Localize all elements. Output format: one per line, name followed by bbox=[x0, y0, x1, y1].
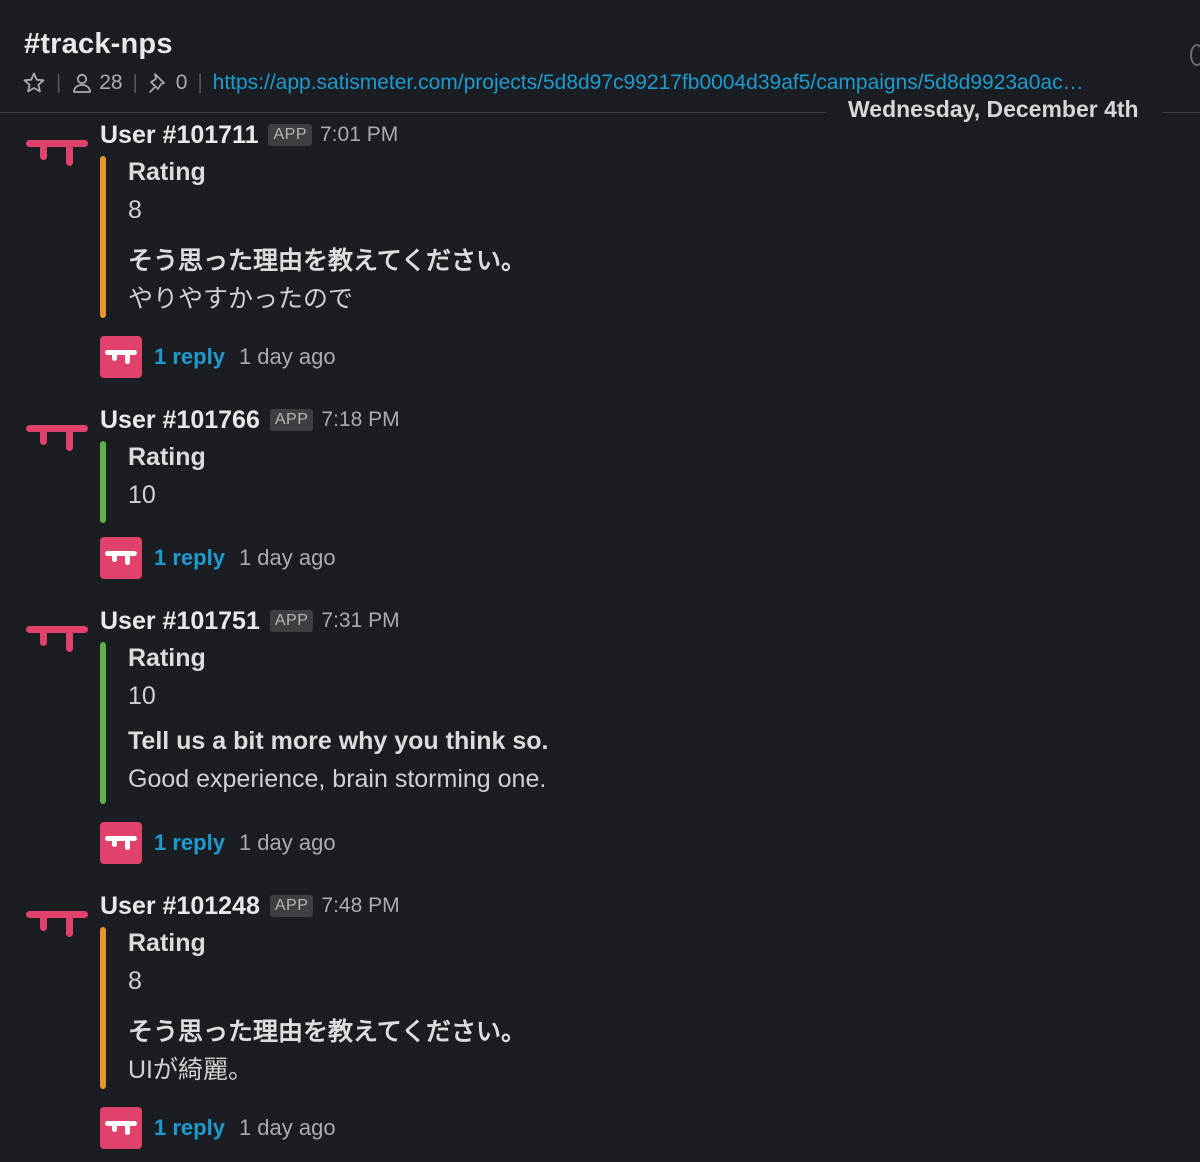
last-reply-time: 1 day ago bbox=[238, 1115, 336, 1140]
details-icon[interactable] bbox=[1190, 44, 1200, 66]
reply-avatar-icon bbox=[100, 822, 142, 864]
channel-title[interactable]: #track-nps bbox=[24, 28, 173, 61]
username[interactable]: User #101248 bbox=[100, 892, 260, 921]
thread-replies[interactable]: 1 reply 1 day ago bbox=[100, 1107, 336, 1149]
pin-icon[interactable] bbox=[148, 72, 170, 94]
rating-label: Rating bbox=[128, 929, 206, 957]
member-count[interactable]: 28 bbox=[99, 71, 122, 95]
divider bbox=[0, 112, 826, 113]
username[interactable]: User #101751 bbox=[100, 607, 260, 636]
channel-meta: | 28 | 0 | https://app.satismeter.com/pr… bbox=[22, 68, 1168, 98]
rating-value: 8 bbox=[128, 967, 142, 995]
thread-replies[interactable]: 1 reply 1 day ago bbox=[100, 336, 336, 378]
reply-avatar-icon bbox=[100, 1107, 142, 1149]
app-badge: APP bbox=[269, 895, 314, 917]
attachment-accent-bar bbox=[100, 927, 106, 1089]
app-avatar-icon[interactable] bbox=[26, 614, 88, 658]
question-label: そう思った理由を教えてください。 bbox=[128, 247, 527, 275]
reply-avatar-icon bbox=[100, 336, 142, 378]
last-reply-time: 1 day ago bbox=[238, 344, 336, 369]
message-header: User #101711 APP 7:01 PM bbox=[100, 118, 398, 152]
rating-label: Rating bbox=[128, 443, 206, 471]
star-icon[interactable] bbox=[22, 71, 46, 95]
reply-count-link[interactable]: 1 reply bbox=[154, 545, 225, 571]
app-avatar-icon[interactable] bbox=[26, 899, 88, 943]
message-header: User #101751 APP 7:31 PM bbox=[100, 604, 400, 638]
question-label: Tell us a bit more why you think so. bbox=[128, 727, 549, 755]
pin-count[interactable]: 0 bbox=[176, 71, 188, 95]
attachment-accent-bar bbox=[100, 642, 106, 804]
app-badge: APP bbox=[269, 409, 314, 431]
app-avatar-icon[interactable] bbox=[26, 413, 88, 457]
meta-separator: | bbox=[56, 71, 62, 94]
rating-label: Rating bbox=[128, 158, 206, 186]
attachment-accent-bar bbox=[100, 441, 106, 523]
date-divider[interactable]: Wednesday, December 4th bbox=[848, 96, 1139, 123]
meta-separator: | bbox=[197, 71, 203, 94]
timestamp[interactable]: 7:18 PM bbox=[321, 408, 399, 432]
username[interactable]: User #101766 bbox=[100, 406, 260, 435]
timestamp[interactable]: 7:01 PM bbox=[320, 123, 398, 147]
app-badge: APP bbox=[269, 610, 314, 632]
answer-text: Good experience, brain storming one. bbox=[128, 765, 547, 793]
message-header: User #101248 APP 7:48 PM bbox=[100, 889, 400, 923]
meta-separator: | bbox=[132, 71, 138, 94]
topic-link[interactable]: https://app.satismeter.com/projects/5d8d… bbox=[213, 71, 1168, 95]
reply-count-link[interactable]: 1 reply bbox=[154, 1115, 225, 1141]
message-header: User #101766 APP 7:18 PM bbox=[100, 403, 400, 437]
thread-replies[interactable]: 1 reply 1 day ago bbox=[100, 537, 336, 579]
timestamp[interactable]: 7:31 PM bbox=[321, 609, 399, 633]
channel-header: #track-nps | 28 | 0 | https://app.satism… bbox=[0, 0, 1200, 122]
username[interactable]: User #101711 bbox=[100, 121, 258, 150]
rating-value: 8 bbox=[128, 196, 142, 224]
attachment-accent-bar bbox=[100, 156, 106, 318]
rating-value: 10 bbox=[128, 682, 156, 710]
reply-count-link[interactable]: 1 reply bbox=[154, 344, 225, 370]
reply-avatar-icon bbox=[100, 537, 142, 579]
rating-label: Rating bbox=[128, 644, 206, 672]
question-label: そう思った理由を教えてください。 bbox=[128, 1018, 527, 1046]
timestamp[interactable]: 7:48 PM bbox=[321, 894, 399, 918]
app-badge: APP bbox=[268, 124, 312, 146]
last-reply-time: 1 day ago bbox=[238, 830, 336, 855]
members-icon[interactable] bbox=[71, 72, 93, 94]
app-avatar-icon[interactable] bbox=[26, 128, 88, 172]
reply-count-link[interactable]: 1 reply bbox=[154, 830, 225, 856]
divider bbox=[1162, 112, 1200, 113]
answer-text: やりやすかったので bbox=[128, 285, 354, 313]
rating-value: 10 bbox=[128, 481, 156, 509]
last-reply-time: 1 day ago bbox=[238, 545, 336, 570]
thread-replies[interactable]: 1 reply 1 day ago bbox=[100, 822, 336, 864]
answer-text: UIが綺麗。 bbox=[128, 1056, 254, 1084]
